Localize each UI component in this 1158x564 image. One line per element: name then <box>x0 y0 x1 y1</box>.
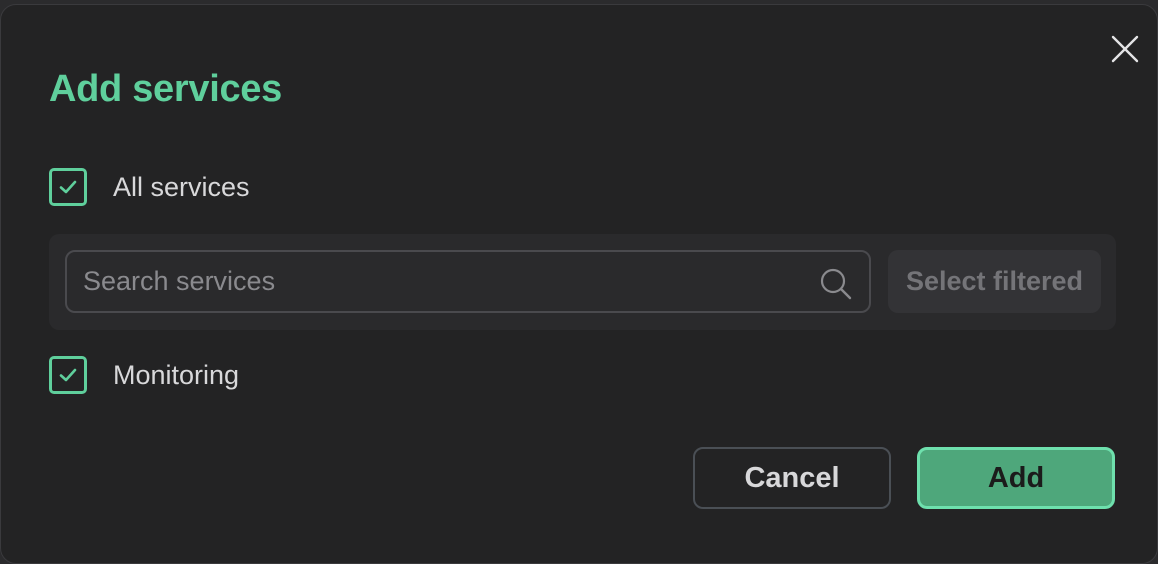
close-icon <box>1111 35 1139 63</box>
add-button[interactable]: Add <box>917 447 1115 509</box>
select-filtered-button[interactable]: Select filtered <box>888 250 1101 313</box>
monitoring-checkbox[interactable] <box>49 356 87 394</box>
all-services-checkbox-row[interactable]: All services <box>49 165 250 209</box>
all-services-checkbox[interactable] <box>49 168 87 206</box>
dialog-title: Add services <box>49 68 282 110</box>
monitoring-label: Monitoring <box>113 359 240 390</box>
search-box[interactable] <box>65 250 871 313</box>
search-input[interactable] <box>83 252 803 311</box>
add-services-dialog: Add services All services Select filtere… <box>0 4 1158 564</box>
service-item-monitoring[interactable]: Monitoring <box>49 353 239 397</box>
all-services-label: All services <box>113 171 250 202</box>
filter-panel: Select filtered <box>49 234 1116 330</box>
search-icon[interactable] <box>819 267 853 301</box>
check-icon <box>59 180 77 194</box>
close-button[interactable] <box>1107 31 1143 67</box>
check-icon <box>59 368 77 382</box>
cancel-button[interactable]: Cancel <box>693 447 891 509</box>
